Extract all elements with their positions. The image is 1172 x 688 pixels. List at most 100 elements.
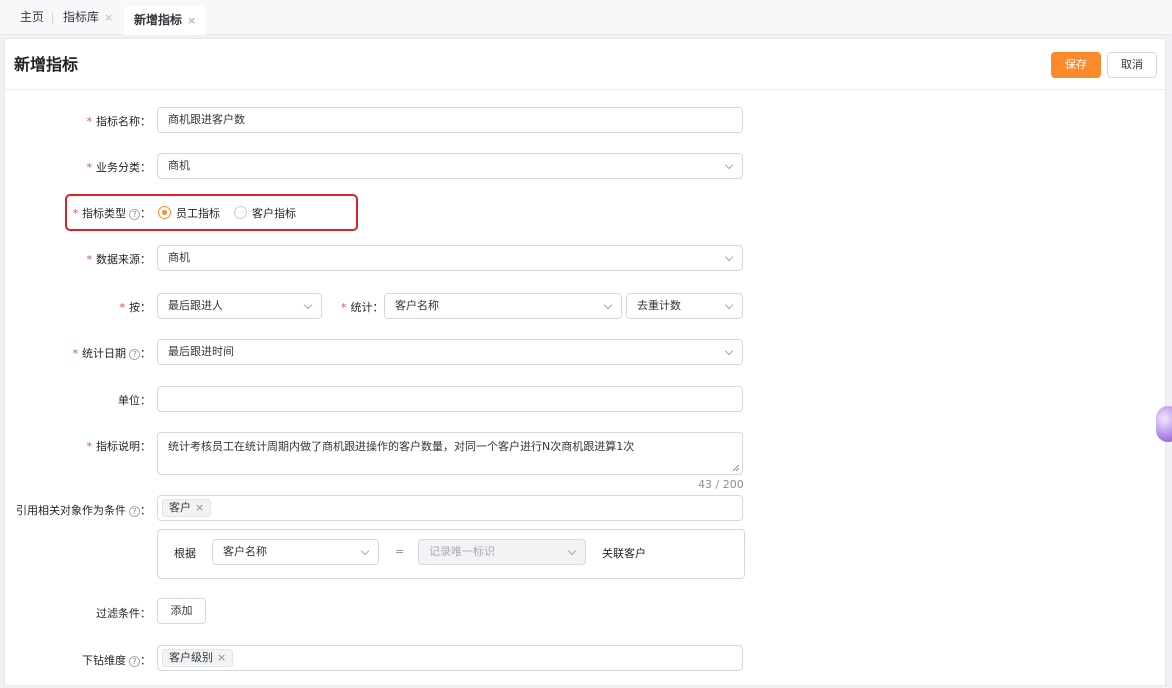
data-source-label: * 数据来源： [87, 251, 152, 267]
label-colon: ： [140, 654, 151, 667]
category-value: 商机 [168, 159, 190, 172]
label-colon: ： [140, 347, 151, 360]
tab-bar: 主页 指标库 × 新增指标 × [0, 0, 1172, 35]
required-mark: * [86, 115, 93, 128]
category-label: * 业务分类： [87, 159, 152, 175]
stat-field-select[interactable]: 客户名称 [384, 293, 622, 319]
tab-divider [52, 13, 53, 24]
tag-customer-level: 客户级别 × [162, 649, 234, 667]
save-button[interactable]: 保存 [1051, 52, 1101, 78]
stat-date-select[interactable]: 最后跟进时间 [157, 339, 743, 365]
relation-operator: = [395, 545, 405, 558]
stat-field-value: 客户名称 [395, 299, 439, 312]
stat-date-label: * 统计日期?： [72, 345, 151, 361]
chevron-down-icon [603, 300, 613, 310]
unit-input[interactable] [157, 386, 743, 412]
data-source-label-text: 数据来源： [96, 253, 151, 266]
char-counter: 43 / 200 [698, 478, 744, 491]
radio-customer-metric-label[interactable]: 客户指标 [252, 207, 296, 220]
description-label: * 指标说明： [87, 438, 152, 454]
relation-right-field-select: 记录唯一标识 [418, 539, 586, 565]
metric-name-label: * 指标名称： [87, 113, 152, 129]
form-card: 新增指标 保存 取消 * 指标名称： 商机跟进客户数 * 业务分类： 商机 * 指标类… [4, 38, 1166, 686]
group-by-value: 最后跟进人 [168, 299, 223, 312]
metric-name-input[interactable]: 商机跟进客户数 [157, 107, 743, 133]
group-by-select[interactable]: 最后跟进人 [157, 293, 322, 319]
stat-label: * 统计： [341, 299, 384, 315]
relation-right-placeholder: 记录唯一标识 [429, 545, 495, 558]
add-filter-button[interactable]: 添加 [157, 598, 206, 624]
ref-condition-label: 引用相关对象作为条件?： [16, 502, 151, 518]
metric-type-radio-group: 员工指标 客户指标 [158, 205, 310, 221]
required-mark: * [341, 301, 347, 314]
ref-condition-tag-select[interactable]: 客户 × [157, 495, 743, 521]
close-icon[interactable]: × [195, 501, 204, 514]
group-by-label: * 按： [120, 299, 152, 315]
required-mark: * [72, 207, 79, 220]
required-mark: * [119, 301, 126, 314]
close-icon[interactable]: × [187, 14, 196, 27]
category-label-text: 业务分类： [96, 161, 151, 174]
label-colon: ： [140, 504, 151, 517]
resize-handle-icon[interactable] [732, 464, 740, 472]
radio-employee-metric[interactable] [158, 206, 171, 219]
required-mark: * [72, 347, 79, 360]
group-by-label-text: 按： [129, 301, 151, 314]
metric-type-label-text: 指标类型 [82, 207, 126, 220]
tag-label: 客户 [169, 501, 191, 514]
relation-prefix: 根据 [174, 547, 196, 560]
radio-employee-metric-label[interactable]: 员工指标 [176, 207, 220, 220]
chevron-down-icon [724, 346, 734, 356]
chevron-down-icon [724, 300, 734, 310]
data-source-value: 商机 [168, 251, 190, 264]
stat-label-text: 统计： [350, 301, 384, 314]
help-icon[interactable]: ? [129, 349, 140, 360]
tag-label: 客户级别 [169, 651, 213, 664]
metric-type-label: * 指标类型?： [72, 205, 151, 221]
chevron-down-icon [360, 546, 370, 556]
help-icon[interactable]: ? [129, 656, 140, 667]
stat-method-select[interactable]: 去重计数 [626, 293, 743, 319]
help-icon[interactable]: ? [129, 506, 140, 517]
page-title: 新增指标 [14, 55, 79, 74]
assistant-float-icon[interactable] [1156, 406, 1172, 442]
metric-name-label-text: 指标名称： [96, 115, 151, 128]
filter-label-text: 过滤条件： [96, 607, 151, 620]
ref-condition-label-text: 引用相关对象作为条件 [16, 504, 126, 517]
tab-metric-library[interactable]: 指标库 × [63, 0, 113, 35]
chevron-down-icon [303, 300, 313, 310]
drill-dimension-label-text: 下钻维度 [82, 654, 126, 667]
drill-dimension-label: 下钻维度?： [82, 652, 151, 668]
close-icon[interactable]: × [104, 11, 113, 24]
description-value: 统计考核员工在统计周期内做了商机跟进操作的客户数量，对同一个客户进行N次商机跟进… [168, 440, 635, 453]
required-mark: * [86, 440, 93, 453]
required-mark: * [86, 161, 93, 174]
metric-name-value: 商机跟进客户数 [168, 113, 245, 126]
tab-home[interactable]: 主页 [20, 0, 44, 35]
cancel-button[interactable]: 取消 [1107, 52, 1157, 78]
relation-left-field-select[interactable]: 客户名称 [212, 539, 379, 565]
stat-method-value: 去重计数 [637, 299, 681, 312]
unit-label-text: 单位： [118, 394, 151, 407]
category-select[interactable]: 商机 [157, 153, 743, 179]
close-icon[interactable]: × [217, 651, 226, 664]
page-header: 新增指标 保存 取消 [5, 39, 1165, 90]
relation-suffix: 关联客户 [602, 547, 646, 560]
data-source-select[interactable]: 商机 [157, 245, 743, 271]
tab-new-metric[interactable]: 新增指标 × [124, 6, 207, 35]
drill-dimension-tag-select[interactable]: 客户级别 × [157, 645, 743, 671]
required-mark: * [86, 253, 93, 266]
relation-box: 根据 客户名称 = 记录唯一标识 关联客户 [157, 529, 745, 579]
chevron-down-icon [724, 252, 734, 262]
unit-label: 单位： [118, 392, 151, 408]
chevron-down-icon [567, 546, 577, 556]
stat-date-value: 最后跟进时间 [168, 345, 234, 358]
label-colon: ： [140, 207, 151, 220]
chevron-down-icon [724, 160, 734, 170]
radio-customer-metric[interactable] [234, 206, 247, 219]
description-textarea[interactable]: 统计考核员工在统计周期内做了商机跟进操作的客户数量，对同一个客户进行N次商机跟进… [157, 432, 743, 475]
description-label-text: 指标说明： [96, 440, 151, 453]
help-icon[interactable]: ? [129, 209, 140, 220]
relation-left-field-value: 客户名称 [223, 545, 267, 558]
tab-metric-library-label: 指标库 [63, 10, 100, 24]
